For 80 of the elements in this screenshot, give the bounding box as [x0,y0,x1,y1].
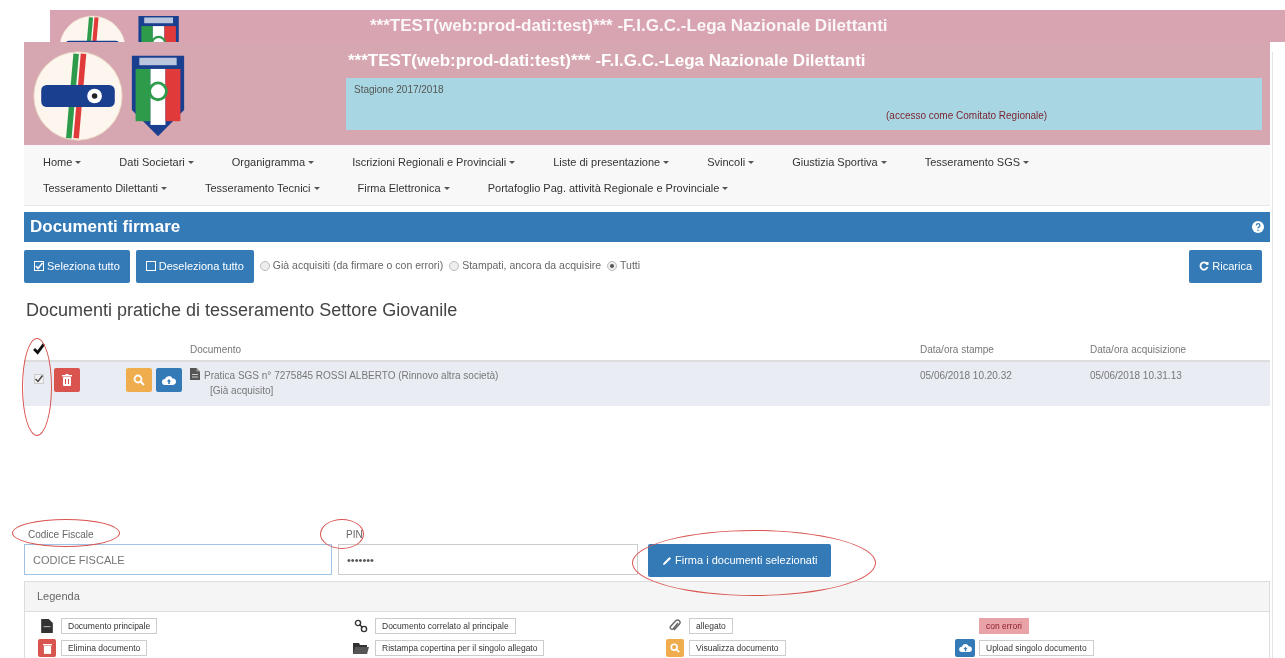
upload-button[interactable] [156,368,182,392]
checkbox[interactable] [34,374,44,384]
trash-icon [38,639,56,657]
legend-label: Ristampa copertina per il singolo allegato [375,639,545,657]
radio-button[interactable] [607,261,618,271]
link-icon [354,619,368,633]
document-icon [41,619,53,633]
radio-button[interactable] [449,261,460,271]
document-link[interactable]: Pratica SGS n° 7275845 ROSSI ALBERTO (Rinnovo altra società) [204,368,499,383]
refresh-icon [1199,261,1210,271]
caret-icon [1023,160,1030,164]
caret-icon [187,160,194,164]
menu-item[interactable]: Tesseramento Dilettanti [24,179,186,197]
legend-label: Documento correlato al principale [375,617,516,635]
pencil-icon [662,555,672,566]
caret-icon [160,186,167,190]
access-text: (accesso come Comitato Regionale) [886,108,1048,123]
error-tag: con errori [979,617,1029,635]
delete-button[interactable] [54,368,80,392]
caret-icon [308,160,315,164]
checkbox[interactable] [32,342,46,356]
menu-item[interactable]: Liste di presentazione [534,153,689,171]
deselect-all-button[interactable]: Deseleziona tutto [135,249,254,283]
legend-label: Elimina documento [61,639,148,657]
radio-label: Tutti [620,258,641,274]
legend-label: Upload singolo documento [979,639,1094,657]
menu-item[interactable]: Portafoglio Pag. attività Regionale e Provinciale [468,179,748,197]
menu-item[interactable]: Tesseramento Tecnici [185,179,339,197]
menu-item[interactable]: Firma Elettronica [338,179,469,197]
folder-icon [353,642,369,654]
caret-icon [880,160,887,164]
menu-item[interactable]: Giustizia Sportiva [773,153,906,171]
legend-label: Documento principale [61,617,158,635]
menu-item[interactable]: Dati Societari [100,153,213,171]
caret-icon [313,186,320,190]
radio-label: Stampati, ancora da acquisire [462,258,602,274]
season-text: Stagione 2017/2018 [354,82,445,97]
window-title: ***TEST(web:prod-dati:test)*** -F.I.G.C.-Lega Nazionale Dilettanti [370,15,888,38]
caret-icon [722,186,729,190]
trash-icon [62,374,72,386]
column-header: Data/ora stampe [920,343,994,355]
page-title: ***TEST(web:prod-dati:test)*** -F.I.G.C.-Lega Nazionale Dilettanti [348,50,867,72]
legend-label: allegato [689,617,733,635]
caret-icon [75,160,82,164]
caret-icon [663,160,670,164]
select-all-button[interactable]: Seleziona tutto [24,249,130,283]
menu-item[interactable]: Svincoli [688,153,774,171]
radio-button[interactable] [259,261,270,271]
caret-icon [443,186,450,190]
field-label: PIN [345,528,363,542]
menu-item[interactable]: Iscrizioni Regionali e Provinciali [333,153,535,171]
panel-title: Documenti firmare [30,216,181,239]
legend-label: Visualizza documento [689,639,786,657]
checkbox-icon [34,261,44,271]
search-icon [133,374,145,386]
table-cell: 05/06/2018 10.31.13 [1090,370,1182,381]
document-icon [190,368,200,380]
caret-icon [748,160,755,164]
fiscal-code-field[interactable]: CODICE FISCALE [24,544,332,575]
search-icon [666,639,684,657]
menu-item[interactable]: Home [24,153,101,171]
checkbox-icon [145,261,156,271]
reload-button[interactable]: Ricarica [1189,249,1262,283]
table-cell: 05/06/2018 10.20.32 [920,370,1012,381]
radio-label: Già acquisiti (da firmare o con errori) [272,258,444,274]
pin-field[interactable]: ••••••• [338,544,638,575]
column-header: Data/ora acquisizione [1090,343,1187,355]
menu-item[interactable]: Tesseramento SGS [905,153,1049,171]
caret-icon [509,160,516,164]
upload-icon [162,374,176,386]
help-icon[interactable] [1252,221,1264,233]
paperclip-icon [669,619,681,633]
sign-button[interactable]: Firma i documenti selezionati [648,544,832,577]
status-text: [Già acquisito] [209,384,275,398]
legend-title: Legenda [37,589,80,605]
menu-item[interactable]: Organigramma [212,153,334,171]
field-label: Codice Fiscale [27,528,95,542]
upload-icon [955,639,975,657]
section-title: Documenti pratiche di tesseramento Settore Giovanile [26,299,459,322]
column-header: Documento [190,342,242,357]
